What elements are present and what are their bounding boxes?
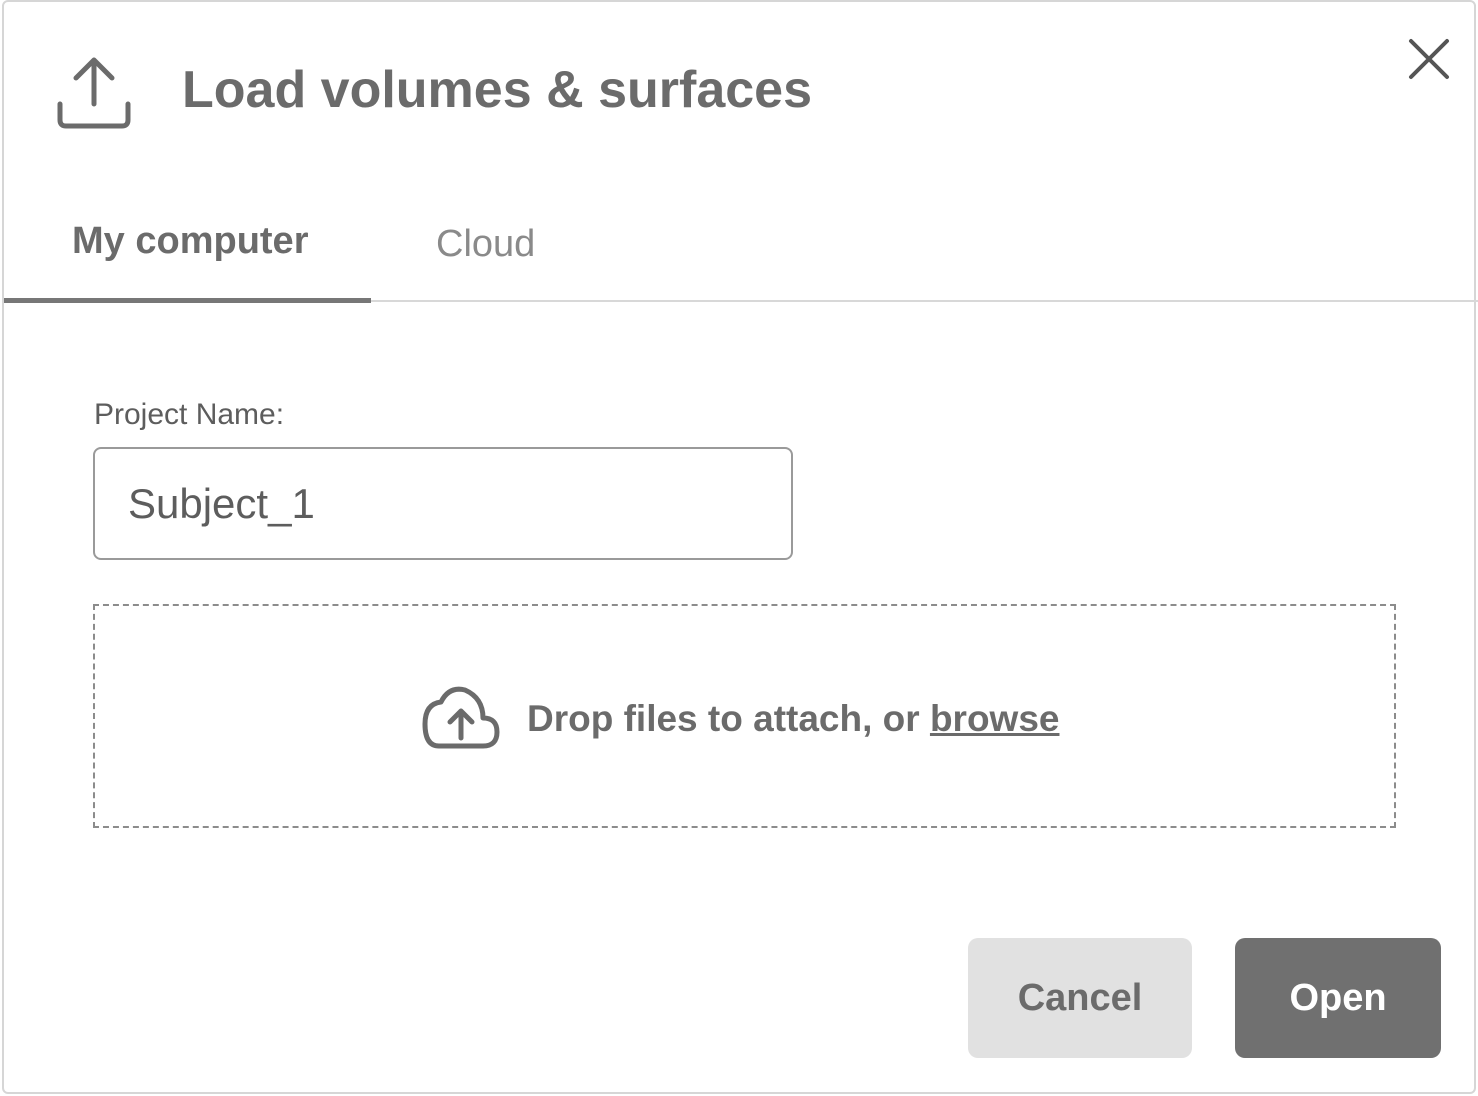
browse-link[interactable]: browse <box>930 698 1060 739</box>
dialog-title: Load volumes & surfaces <box>182 61 812 119</box>
file-dropzone[interactable]: Drop files to attach, or browse <box>93 604 1396 828</box>
active-tab-indicator <box>4 298 371 303</box>
project-name-label: Project Name: <box>94 398 285 431</box>
tab-cloud-label: Cloud <box>436 223 536 265</box>
load-dialog: Load volumes & surfaces My computer Clou… <box>2 0 1478 1094</box>
close-icon[interactable] <box>1404 34 1454 84</box>
dropzone-text: Drop files to attach, or <box>527 698 930 739</box>
upload-icon <box>57 57 131 129</box>
tab-my-computer[interactable]: My computer <box>4 192 371 303</box>
tab-cloud[interactable]: Cloud <box>404 192 604 302</box>
cancel-button[interactable]: Cancel <box>968 938 1192 1058</box>
project-name-input[interactable] <box>93 447 793 560</box>
tab-my-computer-label: My computer <box>72 220 309 262</box>
cloud-upload-icon <box>422 686 500 749</box>
tab-bar: My computer Cloud <box>4 192 1478 304</box>
dropzone-message: Drop files to attach, or browse <box>527 698 1059 740</box>
open-button[interactable]: Open <box>1235 938 1441 1058</box>
